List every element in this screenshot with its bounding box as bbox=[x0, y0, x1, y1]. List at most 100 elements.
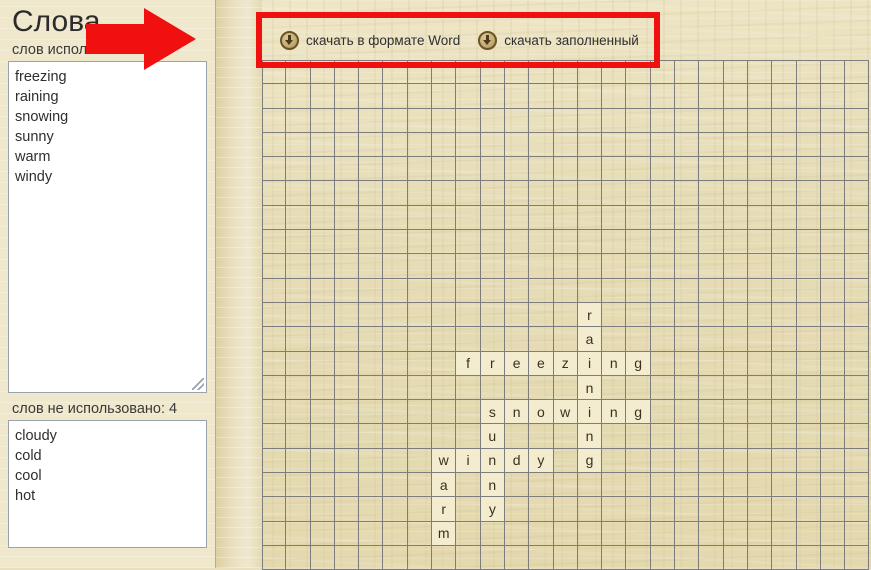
grid-cell-empty[interactable] bbox=[383, 278, 408, 303]
grid-cell-empty[interactable] bbox=[310, 400, 335, 425]
grid-cell-empty[interactable] bbox=[310, 545, 335, 570]
grid-cell-empty[interactable] bbox=[845, 302, 870, 328]
grid-cell-empty[interactable] bbox=[577, 545, 603, 570]
grid-cell-empty[interactable] bbox=[820, 327, 846, 352]
grid-cell-empty[interactable] bbox=[407, 278, 433, 303]
grid-cell-empty[interactable] bbox=[675, 400, 700, 425]
grid-cell-empty[interactable] bbox=[383, 351, 408, 376]
grid-cell-empty[interactable] bbox=[529, 108, 554, 133]
grid-cell-empty[interactable] bbox=[432, 545, 457, 570]
grid-cell-empty[interactable] bbox=[286, 60, 311, 85]
grid-cell-empty[interactable] bbox=[359, 230, 384, 255]
grid-cell-empty[interactable] bbox=[432, 375, 457, 401]
grid-cell-empty[interactable] bbox=[845, 205, 870, 231]
grid-cell-empty[interactable] bbox=[286, 157, 311, 182]
grid-cell-empty[interactable] bbox=[407, 60, 433, 85]
grid-cell-empty[interactable] bbox=[334, 254, 360, 279]
grid-cell-empty[interactable] bbox=[359, 327, 384, 352]
grid-cell-empty[interactable] bbox=[432, 205, 457, 231]
grid-cell-empty[interactable] bbox=[699, 424, 724, 449]
grid-cell-empty[interactable] bbox=[796, 108, 821, 133]
grid-cell-empty[interactable] bbox=[456, 84, 481, 109]
grid-cell-empty[interactable] bbox=[747, 375, 773, 401]
grid-cell-empty[interactable] bbox=[529, 497, 554, 522]
grid-cell-empty[interactable] bbox=[820, 230, 846, 255]
grid-cell-empty[interactable] bbox=[772, 254, 797, 279]
grid-cell-empty[interactable] bbox=[310, 254, 335, 279]
grid-cell-empty[interactable] bbox=[796, 205, 821, 231]
grid-cell-letter[interactable]: y bbox=[529, 448, 554, 474]
grid-cell-empty[interactable] bbox=[286, 254, 311, 279]
grid-cell-empty[interactable] bbox=[626, 157, 651, 182]
grid-cell-empty[interactable] bbox=[577, 473, 603, 498]
grid-cell-empty[interactable] bbox=[796, 351, 821, 376]
grid-cell-empty[interactable] bbox=[504, 545, 530, 570]
grid-cell-empty[interactable] bbox=[456, 181, 481, 206]
grid-cell-empty[interactable] bbox=[407, 205, 433, 231]
grid-cell-empty[interactable] bbox=[723, 84, 748, 109]
grid-cell-empty[interactable] bbox=[310, 157, 335, 182]
grid-cell-empty[interactable] bbox=[747, 424, 773, 449]
grid-cell-empty[interactable] bbox=[626, 230, 651, 255]
grid-cell-empty[interactable] bbox=[723, 545, 748, 570]
grid-cell-empty[interactable] bbox=[675, 473, 700, 498]
grid-cell-empty[interactable] bbox=[286, 181, 311, 206]
grid-cell-empty[interactable] bbox=[577, 84, 603, 109]
grid-cell-empty[interactable] bbox=[626, 448, 651, 474]
grid-cell-empty[interactable] bbox=[772, 351, 797, 376]
grid-cell-empty[interactable] bbox=[602, 254, 627, 279]
grid-cell-empty[interactable] bbox=[553, 181, 578, 206]
grid-cell-empty[interactable] bbox=[723, 60, 748, 85]
grid-cell-empty[interactable] bbox=[334, 473, 360, 498]
grid-cell-empty[interactable] bbox=[772, 400, 797, 425]
grid-cell-empty[interactable] bbox=[432, 84, 457, 109]
grid-cell-empty[interactable] bbox=[456, 400, 481, 425]
grid-cell-empty[interactable] bbox=[602, 327, 627, 352]
grid-cell-empty[interactable] bbox=[480, 302, 505, 328]
grid-cell-empty[interactable] bbox=[407, 181, 433, 206]
grid-cell-empty[interactable] bbox=[383, 254, 408, 279]
grid-cell-empty[interactable] bbox=[820, 278, 846, 303]
grid-cell-empty[interactable] bbox=[432, 254, 457, 279]
grid-cell-empty[interactable] bbox=[626, 278, 651, 303]
grid-cell-empty[interactable] bbox=[602, 205, 627, 231]
grid-cell-empty[interactable] bbox=[310, 448, 335, 474]
grid-cell-empty[interactable] bbox=[286, 108, 311, 133]
grid-cell-empty[interactable] bbox=[480, 230, 505, 255]
grid-cell-empty[interactable] bbox=[359, 400, 384, 425]
grid-cell-empty[interactable] bbox=[529, 254, 554, 279]
grid-cell-empty[interactable] bbox=[504, 278, 530, 303]
grid-cell-empty[interactable] bbox=[504, 84, 530, 109]
grid-cell-empty[interactable] bbox=[650, 254, 676, 279]
grid-cell-empty[interactable] bbox=[723, 157, 748, 182]
grid-cell-empty[interactable] bbox=[602, 132, 627, 158]
grid-cell-empty[interactable] bbox=[602, 230, 627, 255]
grid-cell-empty[interactable] bbox=[699, 157, 724, 182]
grid-cell-empty[interactable] bbox=[602, 108, 627, 133]
grid-cell-empty[interactable] bbox=[577, 497, 603, 522]
grid-cell-empty[interactable] bbox=[602, 497, 627, 522]
grid-cell-empty[interactable] bbox=[577, 60, 603, 85]
grid-cell-empty[interactable] bbox=[334, 400, 360, 425]
grid-cell-empty[interactable] bbox=[383, 521, 408, 546]
grid-cell-empty[interactable] bbox=[432, 424, 457, 449]
grid-cell-empty[interactable] bbox=[675, 545, 700, 570]
grid-cell-empty[interactable] bbox=[262, 497, 287, 522]
grid-cell-letter[interactable]: n bbox=[602, 400, 627, 425]
grid-cell-empty[interactable] bbox=[286, 205, 311, 231]
grid-cell-empty[interactable] bbox=[359, 545, 384, 570]
grid-cell-empty[interactable] bbox=[310, 302, 335, 328]
grid-cell-empty[interactable] bbox=[723, 278, 748, 303]
grid-cell-empty[interactable] bbox=[480, 327, 505, 352]
grid-cell-empty[interactable] bbox=[553, 497, 578, 522]
grid-cell-empty[interactable] bbox=[772, 521, 797, 546]
resize-handle-icon[interactable] bbox=[192, 378, 204, 390]
grid-cell-empty[interactable] bbox=[456, 278, 481, 303]
grid-cell-empty[interactable] bbox=[432, 157, 457, 182]
grid-cell-empty[interactable] bbox=[359, 351, 384, 376]
grid-cell-empty[interactable] bbox=[820, 424, 846, 449]
grid-cell-empty[interactable] bbox=[699, 60, 724, 85]
grid-cell-empty[interactable] bbox=[772, 84, 797, 109]
grid-cell-letter[interactable]: y bbox=[480, 497, 505, 522]
grid-cell-empty[interactable] bbox=[845, 327, 870, 352]
